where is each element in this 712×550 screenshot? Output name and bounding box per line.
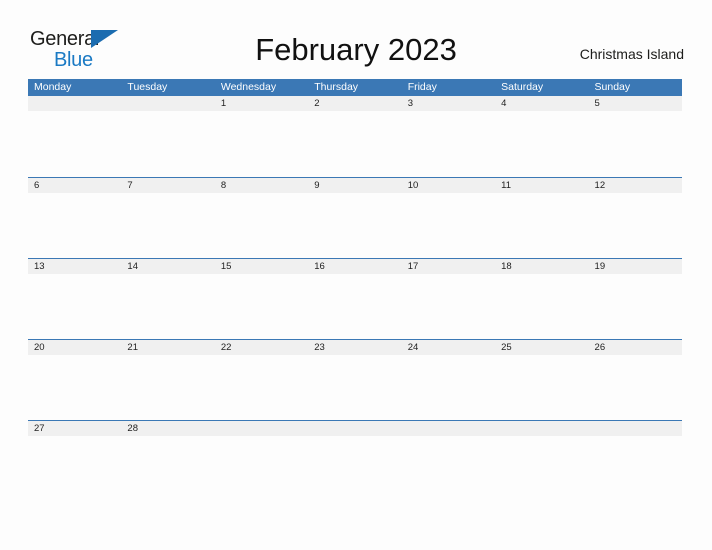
page-header: General Blue February 2023 Christmas Isl… xyxy=(0,0,712,78)
day-number-cell[interactable] xyxy=(215,421,308,436)
day-number-cell[interactable]: 22 xyxy=(215,340,308,355)
calendar-week-row: 27 28 xyxy=(28,420,682,444)
day-note-cell[interactable] xyxy=(495,111,588,177)
day-number-cell[interactable]: 26 xyxy=(589,340,682,355)
weekday-header-monday: Monday xyxy=(34,81,72,93)
day-number-cell[interactable]: 18 xyxy=(495,259,588,274)
day-number-cell[interactable]: 7 xyxy=(121,178,214,193)
day-number-cell[interactable] xyxy=(28,96,121,111)
week-note-area xyxy=(28,111,682,177)
day-number-cell[interactable]: 11 xyxy=(495,178,588,193)
day-number-cell[interactable] xyxy=(121,96,214,111)
calendar-page: General Blue February 2023 Christmas Isl… xyxy=(0,0,712,550)
day-number-cell[interactable]: 24 xyxy=(402,340,495,355)
day-note-cell[interactable] xyxy=(121,274,214,340)
day-note-cell[interactable] xyxy=(402,355,495,421)
calendar-week-row: 13 14 15 16 17 18 19 xyxy=(28,258,682,339)
day-number-cell[interactable]: 3 xyxy=(402,96,495,111)
day-note-cell[interactable] xyxy=(215,355,308,421)
day-note-cell[interactable] xyxy=(308,111,401,177)
weekday-header-saturday: Saturday xyxy=(501,81,544,93)
day-number-cell[interactable]: 15 xyxy=(215,259,308,274)
day-note-cell[interactable] xyxy=(495,355,588,421)
day-note-cell[interactable] xyxy=(402,193,495,259)
weekday-header-tuesday: Tuesday xyxy=(127,81,168,93)
day-number-cell[interactable]: 10 xyxy=(402,178,495,193)
calendar-week-row: 20 21 22 23 24 25 26 xyxy=(28,339,682,420)
day-note-cell[interactable] xyxy=(495,274,588,340)
week-date-band: 1 2 3 4 5 xyxy=(28,96,682,111)
location-label: Christmas Island xyxy=(579,46,684,62)
day-note-cell[interactable] xyxy=(121,355,214,421)
day-number-cell[interactable] xyxy=(495,421,588,436)
day-note-cell[interactable] xyxy=(308,193,401,259)
calendar-week-row: 6 7 8 9 10 11 12 xyxy=(28,177,682,258)
day-note-cell[interactable] xyxy=(589,193,682,259)
day-note-cell[interactable] xyxy=(121,111,214,177)
day-number-cell[interactable]: 2 xyxy=(308,96,401,111)
week-date-band: 27 28 xyxy=(28,421,682,436)
day-number-cell[interactable]: 28 xyxy=(121,421,214,436)
weekday-header-sunday: Sunday xyxy=(594,81,631,93)
day-number-cell[interactable]: 25 xyxy=(495,340,588,355)
day-note-cell[interactable] xyxy=(28,274,121,340)
day-number-cell[interactable]: 23 xyxy=(308,340,401,355)
calendar-week-row: 1 2 3 4 5 xyxy=(28,96,682,177)
day-number-cell[interactable]: 21 xyxy=(121,340,214,355)
day-note-cell[interactable] xyxy=(402,111,495,177)
day-note-cell[interactable] xyxy=(215,193,308,259)
day-note-cell[interactable] xyxy=(28,355,121,421)
day-note-cell[interactable] xyxy=(402,274,495,340)
day-number-cell[interactable]: 20 xyxy=(28,340,121,355)
day-note-cell[interactable] xyxy=(589,274,682,340)
day-number-cell[interactable]: 17 xyxy=(402,259,495,274)
day-number-cell[interactable]: 4 xyxy=(495,96,588,111)
day-number-cell[interactable]: 1 xyxy=(215,96,308,111)
day-number-cell[interactable]: 12 xyxy=(589,178,682,193)
day-note-cell[interactable] xyxy=(308,274,401,340)
week-note-area xyxy=(28,355,682,421)
day-note-cell[interactable] xyxy=(215,111,308,177)
day-number-cell[interactable]: 9 xyxy=(308,178,401,193)
day-number-cell[interactable] xyxy=(589,421,682,436)
day-number-cell[interactable]: 19 xyxy=(589,259,682,274)
day-note-cell[interactable] xyxy=(589,111,682,177)
day-note-cell[interactable] xyxy=(589,355,682,421)
day-note-cell[interactable] xyxy=(495,193,588,259)
weekday-header-thursday: Thursday xyxy=(314,81,359,93)
weekday-header-friday: Friday xyxy=(407,81,437,93)
day-number-cell[interactable]: 16 xyxy=(308,259,401,274)
day-note-cell[interactable] xyxy=(28,111,121,177)
week-date-band: 20 21 22 23 24 25 26 xyxy=(28,340,682,355)
week-date-band: 6 7 8 9 10 11 12 xyxy=(28,178,682,193)
day-note-cell[interactable] xyxy=(28,193,121,259)
day-number-cell[interactable]: 27 xyxy=(28,421,121,436)
day-note-cell[interactable] xyxy=(121,193,214,259)
calendar-grid: Monday Tuesday Wednesday Thursday Friday… xyxy=(28,79,682,444)
day-number-cell[interactable]: 14 xyxy=(121,259,214,274)
day-number-cell[interactable] xyxy=(402,421,495,436)
week-note-area xyxy=(28,193,682,259)
weekday-header-wednesday: Wednesday xyxy=(220,81,277,93)
day-number-cell[interactable]: 6 xyxy=(28,178,121,193)
day-note-cell[interactable] xyxy=(215,274,308,340)
day-note-cell[interactable] xyxy=(308,355,401,421)
week-date-band: 13 14 15 16 17 18 19 xyxy=(28,259,682,274)
day-number-cell[interactable]: 13 xyxy=(28,259,121,274)
weekday-header-row: Monday Tuesday Wednesday Thursday Friday… xyxy=(28,79,682,96)
day-number-cell[interactable]: 8 xyxy=(215,178,308,193)
day-number-cell[interactable] xyxy=(308,421,401,436)
day-number-cell[interactable]: 5 xyxy=(589,96,682,111)
week-note-area xyxy=(28,274,682,340)
